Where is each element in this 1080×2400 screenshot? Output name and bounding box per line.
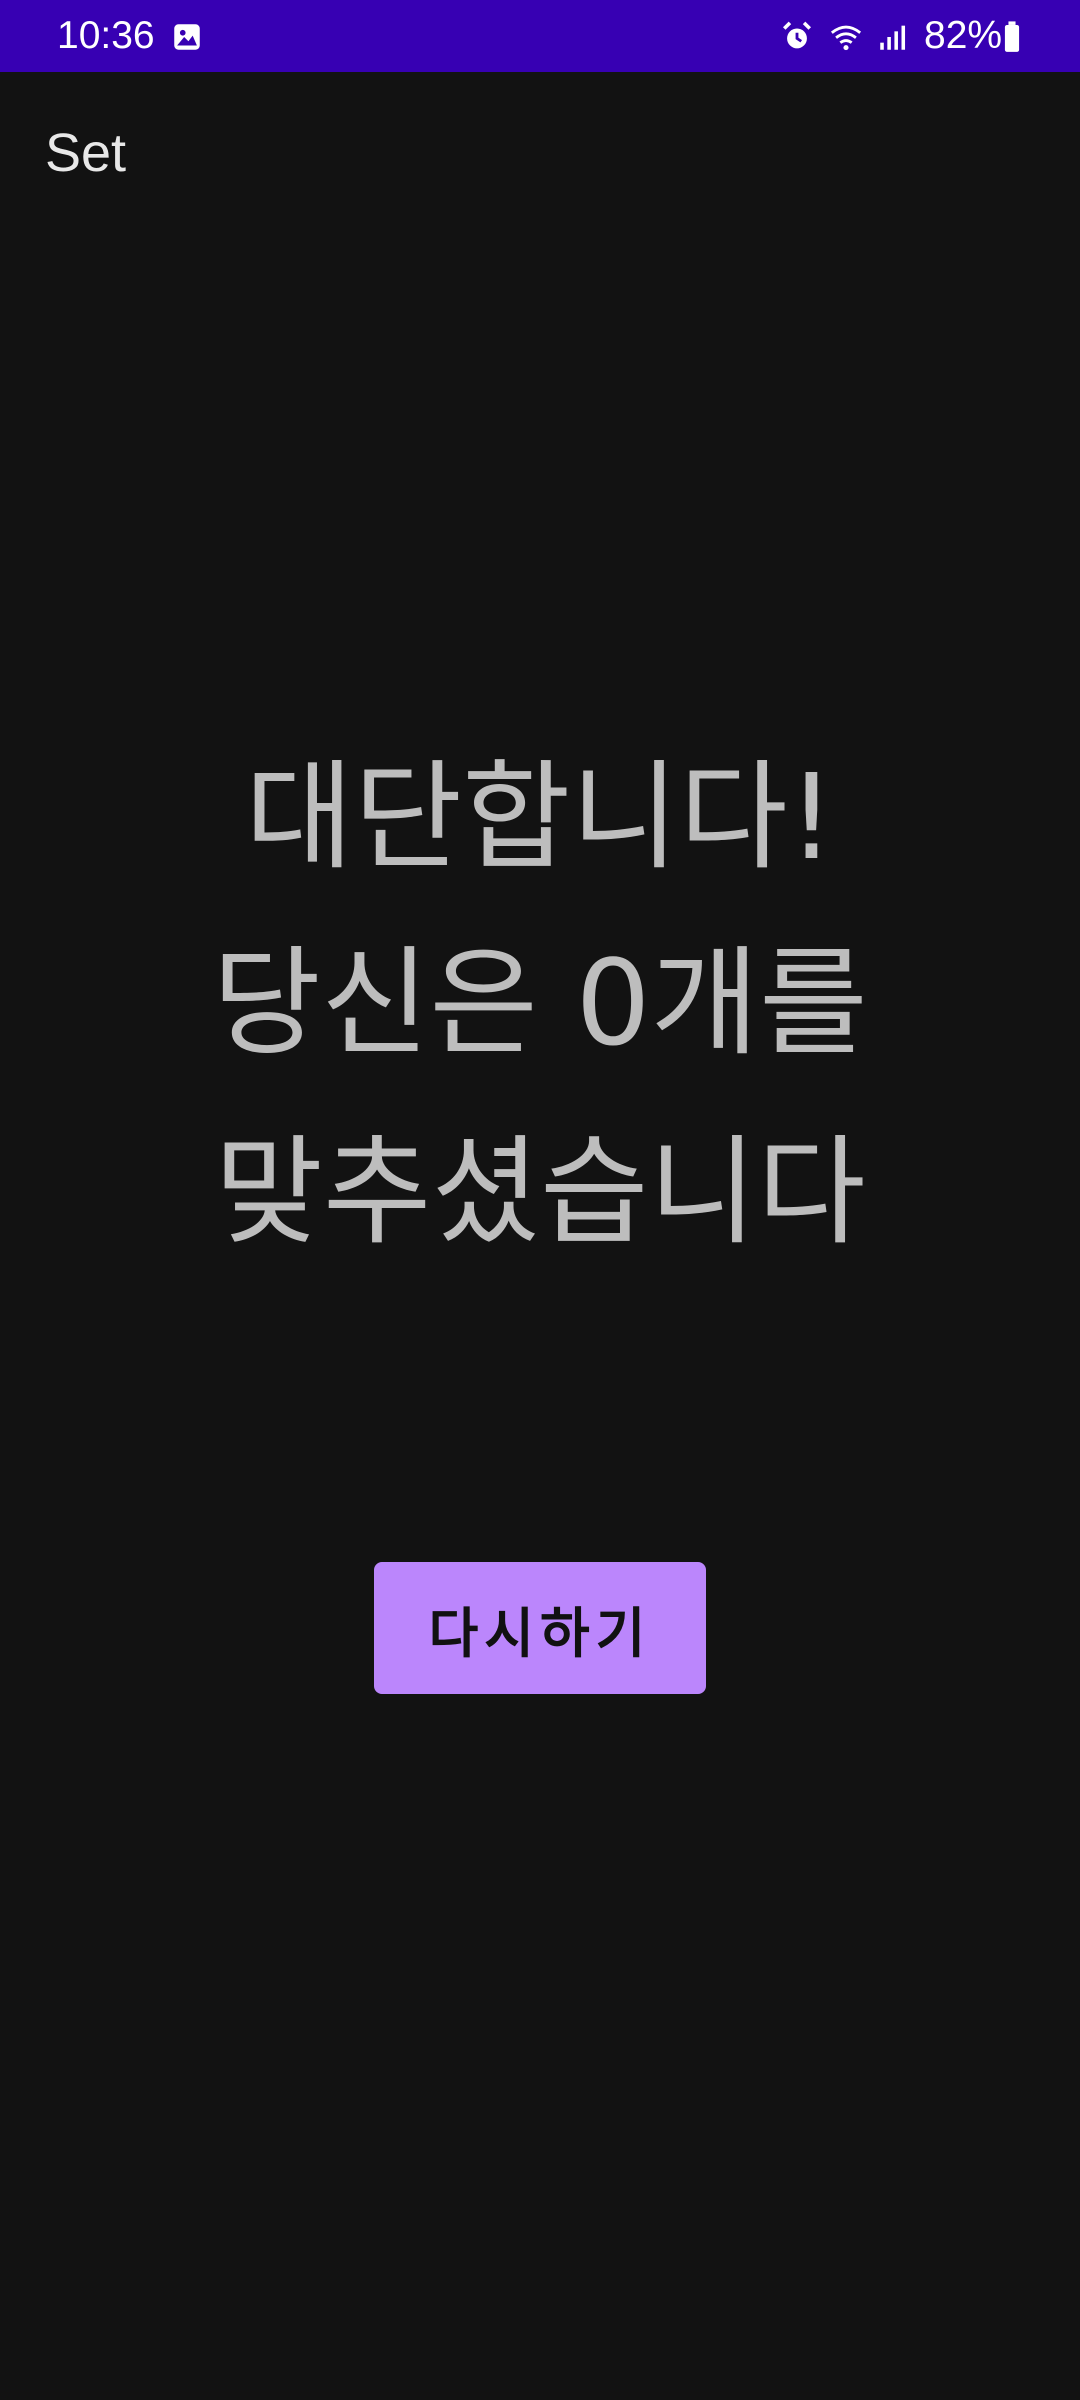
retry-button[interactable]: 다시하기 [374,1562,706,1694]
image-icon [170,20,204,54]
wifi-icon [826,20,866,54]
app-bar: Set [0,72,1080,240]
app-title: Set [45,123,127,183]
result-line-1: 대단합니다! [244,748,836,886]
battery-icon [1000,20,1024,54]
status-time: 10:36 [57,14,155,57]
signal-icon [876,20,910,54]
result-line-2: 당신은 0개를 [212,934,868,1072]
alarm-icon [780,20,814,54]
status-bar: 10:36 82% [0,0,1080,72]
battery-percent: 82% [924,14,1003,57]
result-line-3: 맞추셨습니다 [214,1123,866,1261]
